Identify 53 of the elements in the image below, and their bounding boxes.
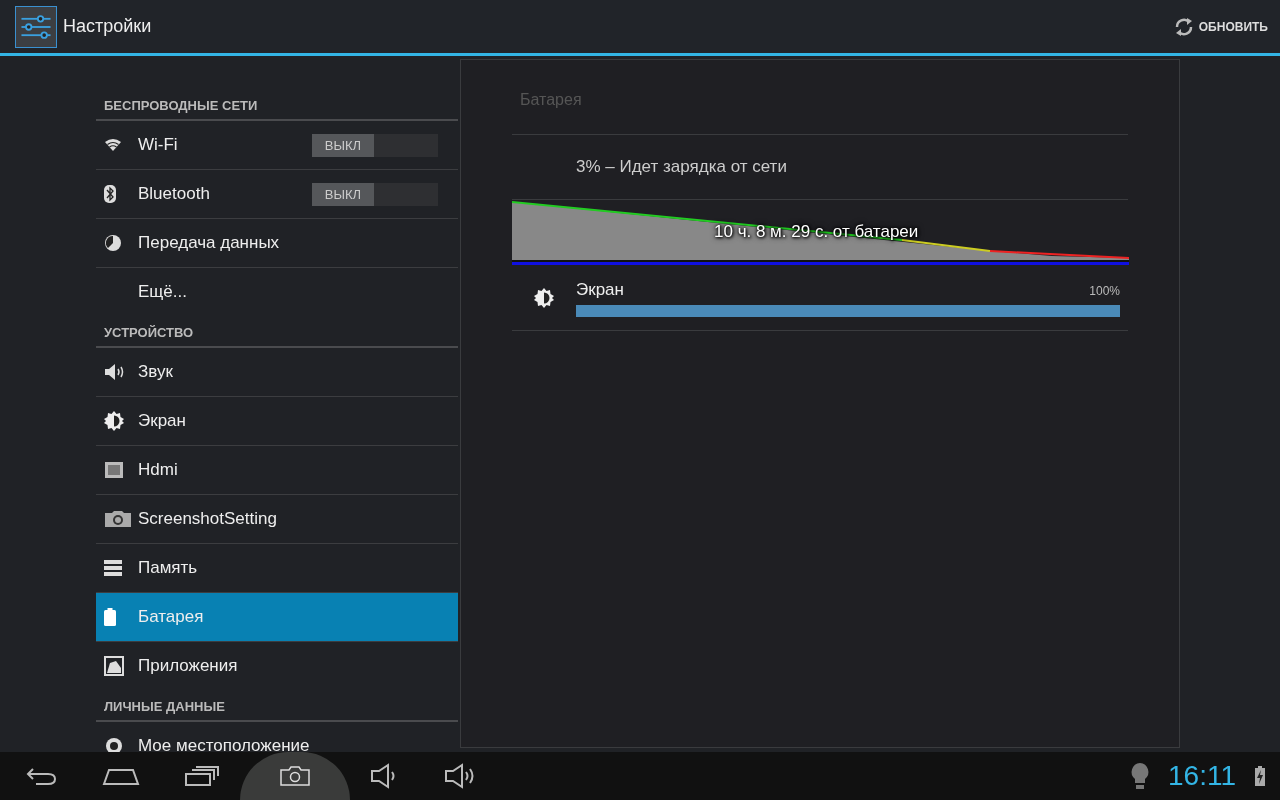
item-label: Экран — [138, 411, 186, 431]
section-header: УСТРОЙСТВО — [96, 316, 458, 348]
item-label: Память — [138, 558, 198, 578]
settings-item[interactable]: Hdmi — [96, 446, 458, 495]
item-label: Мое местоположение — [138, 736, 310, 752]
camera-icon — [104, 510, 132, 528]
section-header: БЕСПРОВОДНЫЕ СЕТИ — [96, 95, 458, 121]
refresh-button[interactable]: ОБНОВИТЬ — [1168, 11, 1272, 42]
pie-chart-icon — [104, 234, 122, 252]
item-label: Передача данных — [138, 233, 280, 253]
settings-item[interactable]: Приложения — [96, 642, 458, 690]
back-icon[interactable] — [24, 766, 58, 786]
recent-apps-icon[interactable] — [184, 766, 220, 786]
brightness-icon — [104, 411, 124, 431]
camera-icon — [279, 766, 311, 786]
settings-item[interactable]: Bluetooth ВЫКЛ — [96, 170, 458, 219]
app-title: Настройки — [63, 16, 152, 37]
speaker-icon — [104, 363, 126, 381]
switch-thumb: ВЫКЛ — [312, 182, 374, 206]
section-header: ЛИЧНЫЕ ДАННЫЕ — [96, 690, 458, 722]
usage-label: Экран — [576, 279, 624, 300]
item-label: Wi-Fi — [138, 135, 178, 155]
switch-thumb: ВЫКЛ — [312, 133, 374, 157]
toggle-switch[interactable]: ВЫКЛ — [312, 133, 438, 157]
settings-item[interactable]: Wi-Fi ВЫКЛ — [96, 121, 458, 170]
item-label: Hdmi — [138, 460, 178, 480]
home-icon[interactable] — [102, 767, 140, 785]
apps-icon — [104, 656, 124, 676]
item-label: Ещё... — [138, 282, 187, 302]
settings-item[interactable]: Передача данных — [96, 219, 458, 268]
storage-icon — [104, 560, 122, 576]
brightness-icon — [534, 288, 554, 308]
battery-status: 3% – Идет зарядка от сети — [576, 157, 787, 177]
lightbulb-icon — [1130, 762, 1150, 790]
settings-item[interactable]: Звук — [96, 348, 458, 397]
wifi-icon — [104, 138, 122, 152]
settings-item[interactable]: Батарея — [96, 593, 458, 642]
item-label: ScreenshotSetting — [138, 509, 277, 529]
settings-item[interactable]: Экран — [96, 397, 458, 446]
settings-sliders-icon[interactable] — [15, 5, 57, 48]
item-label: Звук — [138, 362, 173, 382]
bluetooth-icon — [104, 185, 116, 203]
item-label: Bluetooth — [138, 184, 210, 204]
settings-item[interactable]: ScreenshotSetting — [96, 495, 458, 544]
monitor-icon — [104, 461, 124, 479]
battery-icon — [104, 608, 116, 626]
settings-item[interactable]: Ещё... — [96, 268, 458, 316]
item-label: Приложения — [138, 656, 238, 676]
item-label: Батарея — [138, 607, 204, 627]
clock: 16:11 — [1168, 760, 1236, 792]
toggle-switch[interactable]: ВЫКЛ — [312, 182, 438, 206]
usage-percent: 100% — [1089, 283, 1120, 298]
battery-charging-icon — [1254, 766, 1266, 786]
